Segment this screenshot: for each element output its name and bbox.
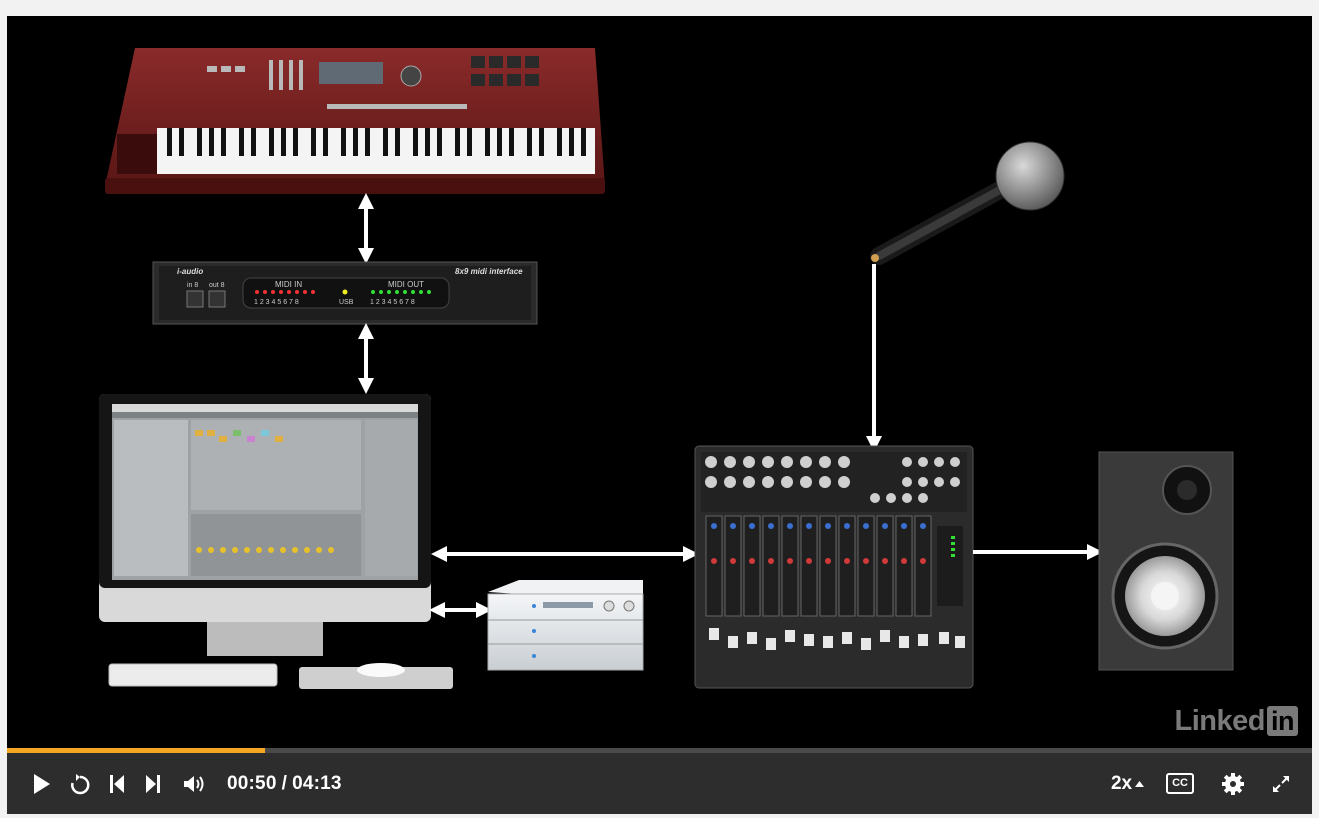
gear-icon xyxy=(1222,772,1244,795)
next-button[interactable] xyxy=(137,764,169,804)
midi-interface: i-audio 8x9 midi interface in 8 out 8 MI… xyxy=(152,261,538,325)
external-drive xyxy=(487,580,644,671)
video-frame[interactable]: i-audio 8x9 midi interface in 8 out 8 MI… xyxy=(7,16,1312,748)
replay-icon xyxy=(71,773,90,794)
midi-in-label: MIDI IN xyxy=(275,280,302,289)
midi-brand-label: i-audio xyxy=(177,267,203,276)
fullscreen-button[interactable] xyxy=(1268,764,1294,804)
previous-button[interactable] xyxy=(101,764,133,804)
studio-speaker xyxy=(1098,451,1234,671)
volume-icon xyxy=(184,775,204,792)
studio-diagram: i-audio 8x9 midi interface in 8 out 8 MI… xyxy=(99,48,1234,689)
play-button[interactable] xyxy=(25,764,59,804)
audio-mixer xyxy=(694,445,974,689)
midi-usb-label: USB xyxy=(339,299,354,306)
speed-label: 2x xyxy=(1110,772,1133,794)
replay-button[interactable] xyxy=(63,764,97,804)
previous-icon xyxy=(110,774,124,793)
control-bar: 00:50/04:13 2x CC xyxy=(7,753,1312,814)
midi-out-port-label: out 8 xyxy=(209,282,225,289)
time-display: 00:50/04:13 xyxy=(227,773,342,795)
playback-speed-button[interactable]: 2x xyxy=(1110,764,1145,804)
watermark-text: Linked xyxy=(1174,704,1266,737)
video-player: i-audio 8x9 midi interface in 8 out 8 MI… xyxy=(7,16,1312,814)
fullscreen-icon xyxy=(1273,775,1289,792)
caret-up-icon xyxy=(1135,780,1145,787)
keyboard-synth xyxy=(105,48,605,194)
watermark-in-box: in xyxy=(1267,706,1298,736)
current-time: 00:50 xyxy=(227,772,277,794)
captions-button[interactable]: CC xyxy=(1166,764,1194,804)
midi-in-port-label: in 8 xyxy=(187,282,198,289)
play-icon xyxy=(34,773,50,794)
midi-model-label: 8x9 midi interface xyxy=(455,267,523,276)
total-time: 04:13 xyxy=(292,772,342,794)
linkedin-watermark: Linked in xyxy=(1175,704,1298,738)
next-icon xyxy=(146,774,160,793)
time-separator: / xyxy=(281,772,288,794)
volume-button[interactable] xyxy=(177,764,213,804)
midi-out-label: MIDI OUT xyxy=(388,280,424,289)
settings-button[interactable] xyxy=(1218,764,1248,804)
microphone xyxy=(870,141,1065,265)
computer-monitor xyxy=(99,394,453,689)
midi-in-numbers: 1 2 3 4 5 6 7 8 xyxy=(254,299,299,306)
cc-label: CC xyxy=(1166,773,1194,794)
midi-out-numbers: 1 2 3 4 5 6 7 8 xyxy=(370,299,415,306)
